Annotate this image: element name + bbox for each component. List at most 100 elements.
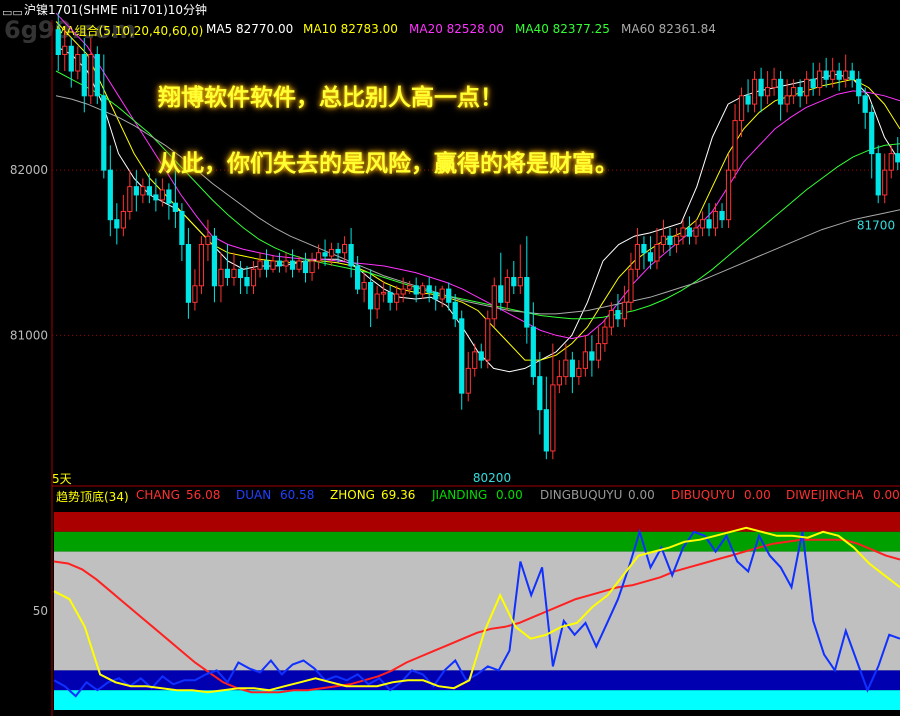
candle	[758, 67, 764, 113]
candle	[686, 216, 693, 245]
candle-body	[550, 384, 556, 452]
candle-body	[322, 252, 328, 257]
candle	[608, 302, 615, 336]
candle-body	[302, 260, 309, 274]
ad-slogan-2: 从此，你们失去的是风险，赢得的将是财富。	[158, 151, 618, 177]
candle-body	[673, 235, 680, 245]
candle	[133, 170, 139, 212]
candle	[211, 227, 218, 303]
candle	[185, 227, 192, 319]
candle-body	[381, 291, 387, 295]
ad-slogan-1: 翔博软件软件，总比别人高一点！	[158, 85, 503, 111]
candle-body	[654, 243, 660, 262]
candle	[172, 170, 179, 228]
candle-body	[576, 367, 582, 378]
candle-body	[465, 367, 471, 394]
candle	[725, 153, 732, 228]
candle	[621, 285, 628, 328]
candle	[101, 54, 107, 179]
candle-body	[667, 235, 673, 245]
candle-body	[179, 210, 185, 245]
candle-body	[485, 318, 491, 361]
candle-body	[791, 87, 797, 97]
candle	[289, 249, 296, 278]
candle	[114, 203, 120, 245]
indicator-tick-label: 50	[33, 604, 48, 618]
candle-body	[517, 277, 523, 287]
candle-body	[875, 153, 881, 196]
candle-body	[745, 95, 751, 105]
candle-body	[615, 310, 621, 320]
candle-body	[804, 78, 810, 97]
candle	[869, 104, 875, 179]
candle	[699, 211, 706, 237]
candle-body	[88, 54, 94, 97]
candle-body	[641, 243, 647, 254]
candle-body	[68, 45, 74, 72]
candle-body	[426, 285, 432, 293]
candle-body	[446, 288, 452, 303]
candle-body	[55, 29, 61, 56]
candle	[777, 71, 784, 121]
candle-body	[153, 194, 159, 201]
candle-body	[530, 326, 536, 378]
candle-body	[856, 78, 862, 97]
candle	[166, 183, 172, 220]
candle-body	[725, 169, 732, 221]
candle	[192, 269, 198, 311]
candle	[628, 252, 634, 311]
candle	[309, 252, 315, 281]
candle-body	[107, 169, 113, 221]
candle	[270, 256, 276, 273]
candle	[771, 67, 777, 96]
candle	[751, 71, 758, 113]
candle-body	[686, 227, 693, 237]
candle	[563, 343, 569, 385]
candle-body	[843, 70, 849, 80]
candle-body	[133, 186, 139, 196]
candle	[237, 261, 244, 295]
candle-body	[218, 268, 224, 287]
candle	[524, 236, 530, 344]
period-label: 5天	[52, 472, 72, 486]
candle	[641, 236, 647, 270]
candle-body	[354, 265, 361, 290]
candle-body	[250, 268, 257, 287]
candle-body	[621, 301, 628, 320]
candle	[361, 272, 367, 303]
price-labels: 81700 80200	[473, 219, 895, 485]
candle-body	[205, 235, 211, 245]
candle-body	[231, 268, 237, 279]
candle	[843, 54, 849, 88]
candle-body	[400, 288, 406, 295]
price-marker-label: 80200	[473, 471, 511, 485]
candle-body	[719, 210, 725, 221]
candle	[849, 62, 855, 88]
candle-body	[224, 268, 231, 279]
candle	[797, 79, 803, 108]
candle-body	[634, 243, 641, 270]
candle-body	[693, 227, 699, 237]
candle-body	[706, 219, 712, 229]
candle	[517, 244, 523, 295]
candle-body	[172, 202, 179, 212]
candle	[875, 145, 881, 204]
candle	[856, 71, 862, 105]
candle	[706, 203, 712, 237]
candle	[615, 294, 621, 328]
candle	[602, 318, 608, 352]
candle	[485, 310, 491, 369]
candle-body	[628, 268, 634, 303]
candle	[283, 252, 289, 273]
candle-body	[420, 285, 426, 295]
candle	[823, 57, 829, 88]
ma-line-ma10	[55, 21, 900, 361]
candle-body	[882, 169, 888, 196]
candle-body	[101, 95, 107, 171]
candle	[504, 269, 510, 311]
candle-body	[198, 243, 205, 287]
candle-body	[452, 301, 458, 320]
candle-body	[732, 120, 738, 171]
candle	[745, 79, 751, 113]
candle	[88, 38, 94, 105]
